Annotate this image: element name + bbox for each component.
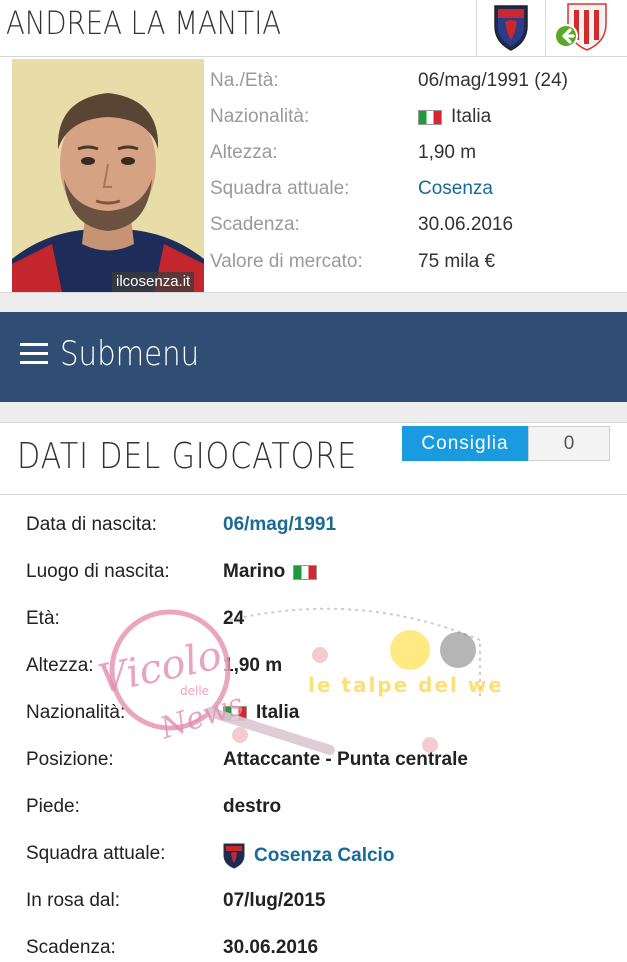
profile-value: 1,90 m	[418, 142, 476, 164]
data-label: Luogo di nascita:	[26, 561, 170, 582]
data-label: Piede:	[26, 796, 80, 817]
watermark-text-1: Vicolo	[95, 632, 226, 703]
data-value-text: Marino	[223, 561, 286, 582]
data-label: Squadra attuale:	[26, 843, 166, 864]
data-value-text: Italia	[256, 702, 300, 723]
player-photo	[12, 59, 204, 292]
profile-value: 75 mila €	[418, 251, 495, 273]
data-value-text[interactable]: 06/mag/1991	[223, 514, 336, 536]
profile-value: 30.06.2016	[418, 214, 513, 236]
data-value: 1,90 m	[223, 655, 282, 677]
data-label: Posizione:	[26, 749, 114, 770]
previous-club-button[interactable]	[545, 0, 627, 56]
data-label: Altezza:	[26, 655, 94, 676]
data-value: 30.06.2016	[223, 937, 318, 959]
italy-flag-icon	[293, 564, 318, 580]
watermark-text-2: delle	[180, 684, 209, 698]
profile-label: Scadenza:	[210, 214, 300, 235]
data-value[interactable]: Cosenza Calcio	[223, 843, 394, 869]
data-value-text: 07/lug/2015	[223, 890, 326, 911]
data-label: Scadenza:	[26, 937, 116, 958]
current-club-crest-button[interactable]	[476, 0, 545, 56]
data-value-text: Attaccante - Punta centrale	[223, 749, 468, 770]
data-label: Data di nascita:	[26, 514, 157, 535]
photo-watermark: ilcosenza.it	[112, 272, 195, 292]
data-value-text: 30.06.2016	[223, 937, 319, 958]
hamburger-menu-icon[interactable]	[20, 343, 48, 365]
profile-label: Altezza:	[210, 142, 278, 163]
submenu-label[interactable]: Submenu	[60, 334, 199, 374]
data-label: In rosa dal:	[26, 890, 120, 911]
profile-value-text: 06/mag/1991 (24)	[418, 70, 568, 91]
watermark-banner: le talpe del web	[308, 673, 500, 697]
data-label: Nazionalità:	[26, 702, 126, 723]
profile-value-text: 75 mila €	[418, 251, 496, 272]
club-shield-icon	[223, 843, 245, 869]
italy-flag-icon	[223, 705, 247, 721]
data-value-text: 1,90 m	[223, 655, 283, 676]
data-value: 07/lug/2015	[223, 890, 325, 912]
profile-value[interactable]: Cosenza	[418, 178, 493, 200]
profile-value-text: Italia	[451, 106, 492, 127]
title-divider	[0, 494, 627, 495]
cosenza-crest-icon	[494, 5, 528, 51]
player-name: ANDREA LA MANTIA	[6, 4, 282, 42]
like-button[interactable]: Consiglia	[402, 426, 528, 461]
section-divider	[0, 292, 627, 313]
section-divider	[0, 402, 627, 423]
back-arrow-icon[interactable]	[552, 22, 580, 50]
profile-label: Squadra attuale:	[210, 178, 350, 199]
data-value-text[interactable]: Cosenza Calcio	[254, 845, 394, 867]
profile-value: 06/mag/1991 (24)	[418, 70, 568, 92]
data-value-text: destro	[223, 796, 282, 817]
profile-value-text[interactable]: Cosenza	[418, 178, 493, 200]
profile-label: Valore di mercato:	[210, 251, 363, 272]
data-value: 24	[223, 608, 244, 630]
watermark-overlay: Vicolo delle News le talpe del web	[95, 607, 500, 755]
data-value: Italia	[223, 702, 299, 724]
data-value: Marino	[223, 561, 318, 583]
data-value-text: 24	[223, 608, 245, 629]
profile-value-text: 30.06.2016	[418, 214, 514, 235]
data-label: Età:	[26, 608, 60, 629]
profile-value: Italia	[418, 106, 491, 128]
section-title: DATI DEL GIOCATORE	[17, 436, 358, 477]
like-count: 0	[528, 426, 610, 461]
profile-label: Nazionalità:	[210, 106, 310, 127]
data-value: Attaccante - Punta centrale	[223, 749, 468, 771]
profile-label: Na./Età:	[210, 70, 279, 91]
profile-value-text: 1,90 m	[418, 142, 477, 163]
data-value: destro	[223, 796, 281, 818]
data-value[interactable]: 06/mag/1991	[223, 514, 336, 536]
italy-flag-icon	[418, 109, 442, 125]
